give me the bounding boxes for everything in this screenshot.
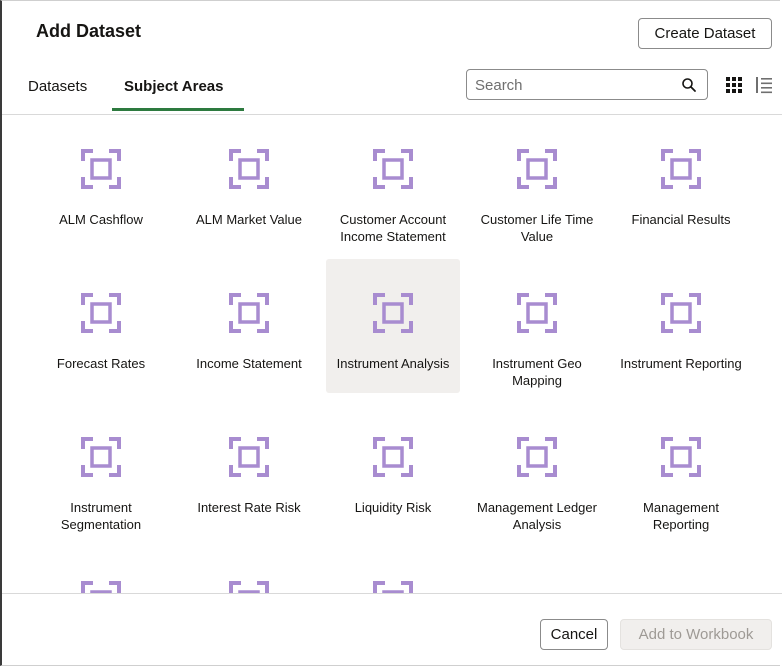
subject-area-label: Management Reporting	[643, 500, 719, 532]
list-view-icon[interactable]	[754, 75, 774, 95]
subject-area-icon	[517, 293, 557, 333]
subject-area-tile[interactable]	[34, 547, 168, 593]
dialog-title: Add Dataset	[36, 21, 142, 41]
subject-area-icon	[373, 581, 413, 593]
tab-datasets[interactable]: Datasets	[28, 78, 87, 95]
subject-area-icon	[517, 437, 557, 477]
subject-area-icon	[81, 437, 121, 477]
subject-area-tile[interactable]	[326, 547, 460, 593]
search-input[interactable]	[475, 75, 675, 95]
subject-area-icon	[661, 437, 701, 477]
subject-area-label: Management Ledger Analysis	[477, 500, 597, 532]
search-icon[interactable]	[681, 77, 697, 93]
subject-area-tile[interactable]: Interest Rate Risk	[182, 403, 316, 537]
create-dataset-button[interactable]: Create Dataset	[638, 18, 772, 49]
subject-area-label: Forecast Rates	[56, 356, 146, 371]
add-dataset-dialog: Add Dataset Create Dataset Datasets Subj…	[0, 0, 782, 666]
subject-area-tile[interactable]: Customer Life Time Value	[470, 115, 604, 249]
subject-area-label: Liquidity Risk	[354, 500, 432, 515]
subject-area-label: ALM Cashflow	[59, 212, 143, 227]
subject-area-tile[interactable]: Instrument Segmentation	[34, 403, 168, 537]
subject-area-icon	[373, 293, 413, 333]
subject-area-icon	[373, 149, 413, 189]
subject-area-label: Income Statement	[196, 356, 302, 371]
subject-area-tile[interactable]: Management Ledger Analysis	[470, 403, 604, 537]
subject-area-tile[interactable]: Forecast Rates	[34, 259, 168, 393]
subject-area-label: Instrument Analysis	[336, 356, 450, 371]
subject-area-icon	[81, 293, 121, 333]
subject-area-icon	[661, 149, 701, 189]
subject-area-label: Instrument Geo Mapping	[492, 356, 582, 388]
subject-area-icon	[229, 581, 269, 593]
subject-area-icon	[517, 149, 557, 189]
subject-area-tile[interactable]: Income Statement	[182, 259, 316, 393]
subject-area-tile[interactable]	[182, 547, 316, 593]
subject-area-icon	[373, 437, 413, 477]
subject-area-tile[interactable]: ALM Cashflow	[34, 115, 168, 249]
grid-view-icon[interactable]	[724, 75, 744, 95]
subject-area-tile[interactable]: Management Reporting	[614, 403, 748, 537]
footer-divider	[2, 593, 782, 594]
subject-area-icon	[81, 149, 121, 189]
subject-area-label: Interest Rate Risk	[197, 500, 301, 515]
subject-area-tile[interactable]: Liquidity Risk	[326, 403, 460, 537]
subject-area-label: ALM Market Value	[196, 212, 302, 227]
subject-area-label: Instrument Segmentation	[60, 500, 142, 532]
subject-area-tile[interactable]: Financial Results	[614, 115, 748, 249]
subject-area-label: Instrument Reporting	[620, 356, 742, 371]
subject-area-label: Financial Results	[631, 212, 731, 227]
cancel-button[interactable]: Cancel	[540, 619, 608, 650]
subject-area-icon	[81, 581, 121, 593]
subject-area-icon	[229, 149, 269, 189]
add-to-workbook-button[interactable]: Add to Workbook	[620, 619, 772, 650]
subject-area-tile[interactable]: Customer Account Income Statement	[326, 115, 460, 249]
active-tab-indicator	[112, 108, 244, 111]
subject-area-tile[interactable]: Instrument Geo Mapping	[470, 259, 604, 393]
subject-area-icon	[229, 293, 269, 333]
subject-area-icon	[229, 437, 269, 477]
subject-area-tile[interactable]: Instrument Analysis	[326, 259, 460, 393]
subject-area-label: Customer Life Time Value	[480, 212, 594, 244]
subject-area-tile[interactable]: Instrument Reporting	[614, 259, 748, 393]
subject-area-icon	[661, 293, 701, 333]
search-box	[466, 69, 708, 100]
subject-area-grid: ALM Cashflow ALM Market Value Customer Acc…	[2, 115, 782, 593]
subject-area-label: Customer Account Income Statement	[339, 212, 447, 244]
tab-subject-areas[interactable]: Subject Areas	[124, 78, 224, 95]
subject-area-tile[interactable]: ALM Market Value	[182, 115, 316, 249]
